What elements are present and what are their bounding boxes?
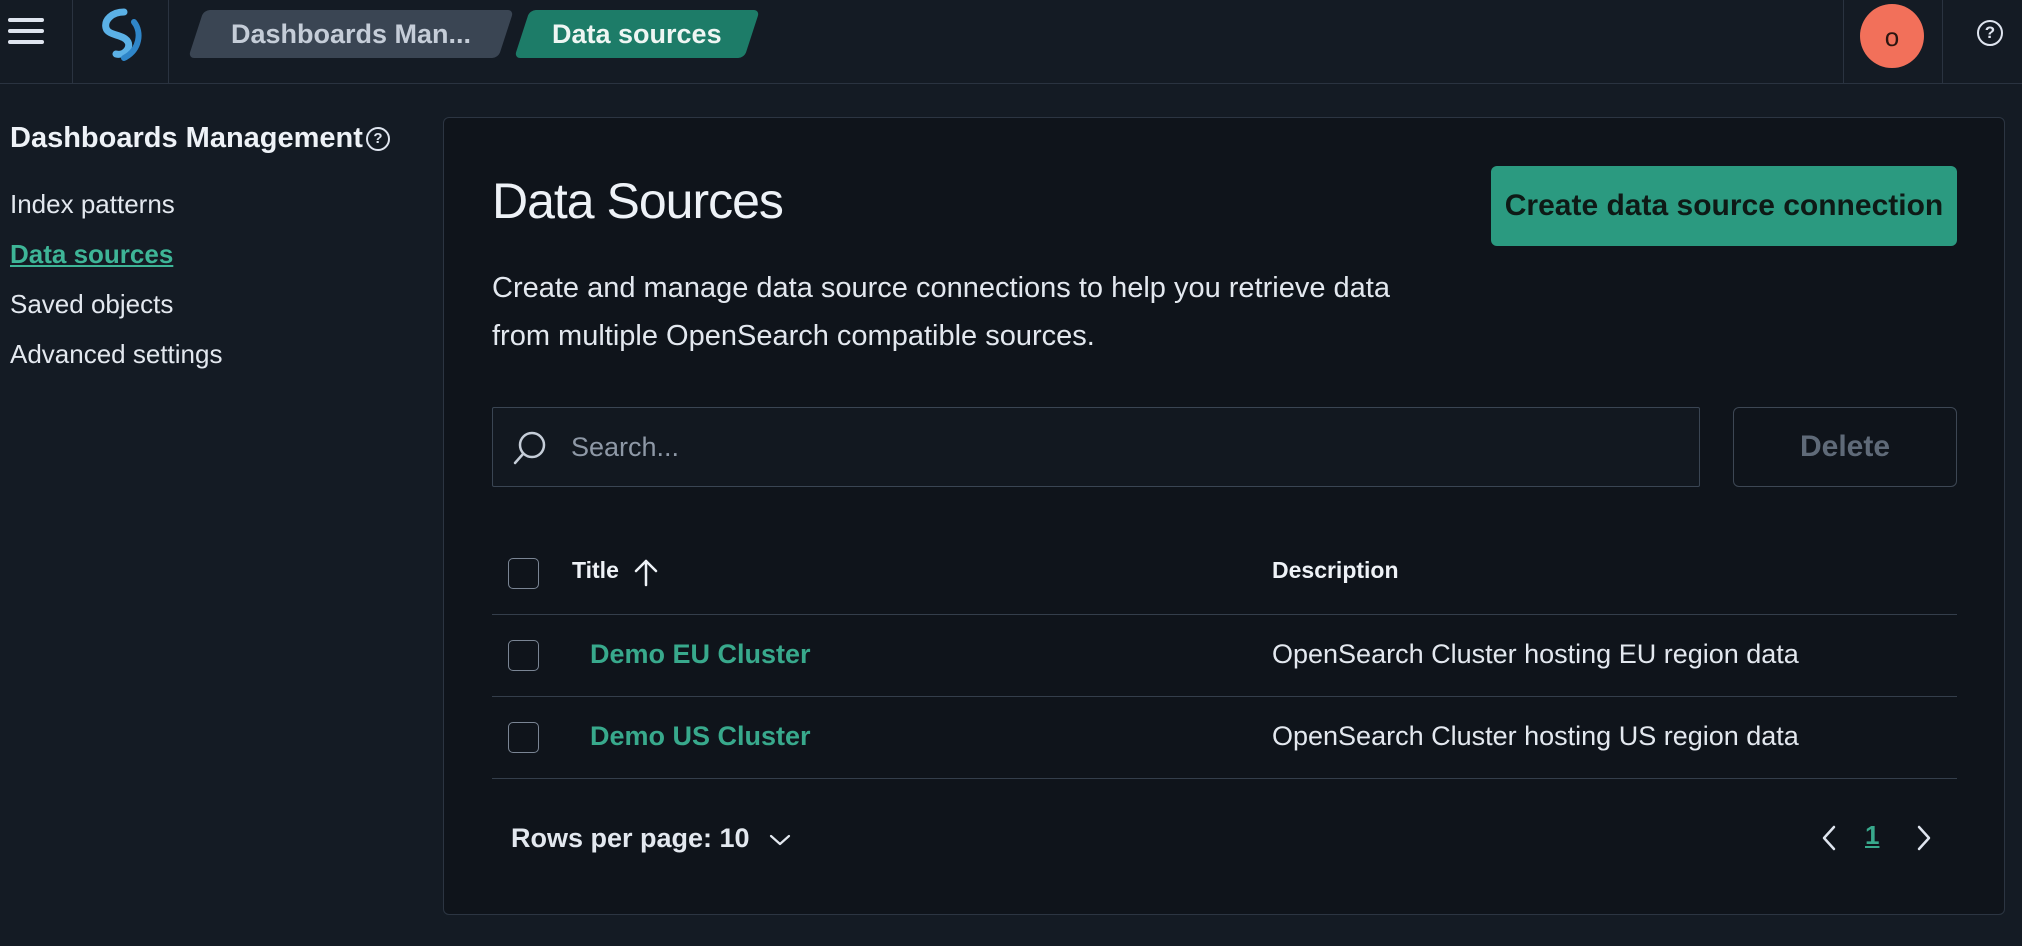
search-icon xyxy=(513,431,546,465)
delete-button[interactable]: Delete xyxy=(1733,407,1957,487)
chevron-left-icon[interactable] xyxy=(1819,824,1839,852)
data-sources-table: Title Description Demo EU Cluster OpenSe… xyxy=(492,533,1957,779)
sidebar-item-index-patterns[interactable]: Index patterns xyxy=(10,186,222,236)
menu-icon[interactable] xyxy=(8,18,44,48)
opensearch-logo-icon[interactable] xyxy=(94,8,148,62)
sidebar-title: Dashboards Management xyxy=(10,122,363,154)
breadcrumb-dashboards-management[interactable]: Dashboards Man... xyxy=(188,10,514,58)
top-header: Dashboards Man... Data sources o ? xyxy=(0,0,2022,84)
chevron-right-icon[interactable] xyxy=(1914,824,1934,852)
column-header-description: Description xyxy=(1272,557,1399,583)
rows-per-page-selector[interactable]: Rows per page: 10 xyxy=(511,823,791,854)
sort-ascending-icon[interactable] xyxy=(632,557,660,587)
header-divider xyxy=(1843,0,1844,84)
search-box xyxy=(492,407,1700,487)
row-title-link[interactable]: Demo US Cluster xyxy=(590,721,811,752)
header-divider xyxy=(72,0,73,84)
page-number[interactable]: 1 xyxy=(1865,820,1879,851)
chevron-down-icon xyxy=(769,834,791,845)
row-description: OpenSearch Cluster hosting US region dat… xyxy=(1272,721,1799,751)
sidebar-item-advanced-settings[interactable]: Advanced settings xyxy=(10,336,222,386)
create-data-source-button[interactable]: Create data source connection xyxy=(1491,166,1957,246)
table-row: Demo EU Cluster OpenSearch Cluster hosti… xyxy=(492,615,1957,697)
table-header: Title Description xyxy=(492,533,1957,615)
search-input[interactable] xyxy=(571,408,1671,486)
breadcrumb-data-sources: Data sources xyxy=(514,10,760,58)
page-description: Create and manage data source connection… xyxy=(492,272,1390,352)
breadcrumb-label: Data sources xyxy=(552,19,722,49)
breadcrumb-label: Dashboards Man... xyxy=(230,19,472,49)
select-all-checkbox[interactable] xyxy=(508,558,539,589)
page-title: Data Sources xyxy=(492,173,784,229)
row-title-link[interactable]: Demo EU Cluster xyxy=(590,639,811,670)
table-row: Demo US Cluster OpenSearch Cluster hosti… xyxy=(492,697,1957,779)
sidebar-item-data-sources[interactable]: Data sources xyxy=(10,236,222,286)
row-checkbox[interactable] xyxy=(508,722,539,753)
avatar[interactable]: o xyxy=(1860,4,1924,68)
help-icon[interactable]: ? xyxy=(366,127,390,151)
rows-per-page-label: Rows per page: 10 xyxy=(511,823,750,853)
header-divider xyxy=(168,0,169,84)
header-divider xyxy=(1942,0,1943,84)
sidebar-nav: Index patterns Data sources Saved object… xyxy=(10,186,222,386)
help-icon[interactable]: ? xyxy=(1977,20,2003,46)
column-header-title[interactable]: Title xyxy=(572,557,619,584)
main-panel: Data Sources Create data source connecti… xyxy=(443,117,2005,915)
row-checkbox[interactable] xyxy=(508,640,539,671)
row-description: OpenSearch Cluster hosting EU region dat… xyxy=(1272,639,1799,669)
sidebar-item-saved-objects[interactable]: Saved objects xyxy=(10,286,222,336)
